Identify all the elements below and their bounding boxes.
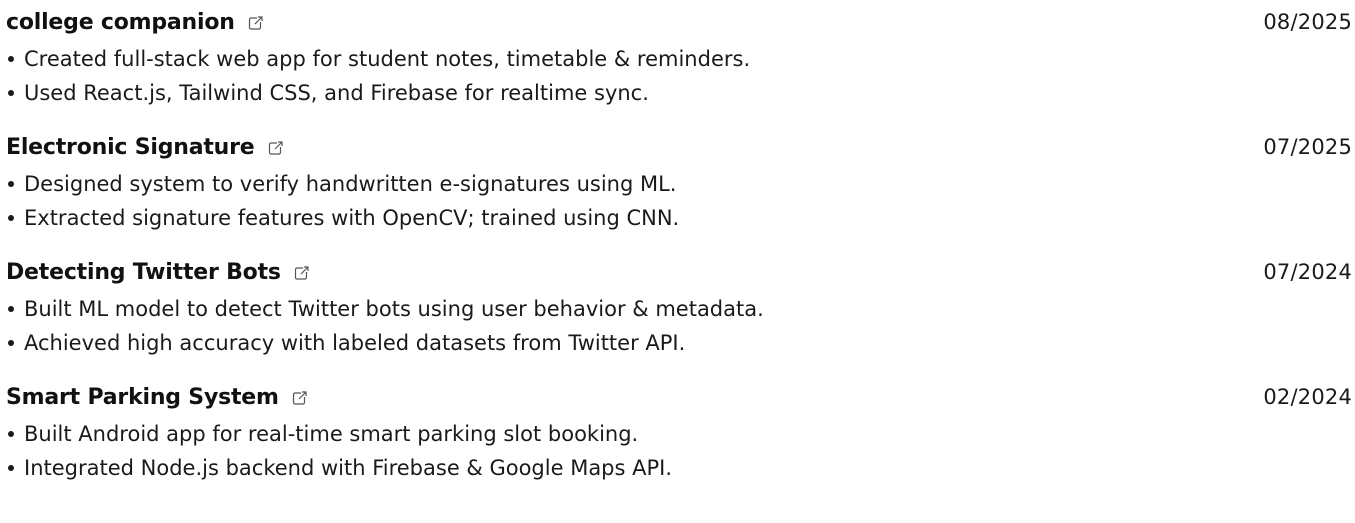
- project-entry: college companion 08/2025 Created full-s…: [6, 2, 1352, 110]
- bullet-dot: [8, 431, 14, 437]
- bullet-dot: [8, 340, 14, 346]
- bullet-dot: [8, 215, 14, 221]
- bullet-text: Built Android app for real-time smart pa…: [24, 422, 639, 446]
- project-title-link[interactable]: Detecting Twitter Bots: [6, 260, 310, 285]
- list-item: Extracted signature features with OpenCV…: [6, 201, 1352, 235]
- project-date: 08/2025: [1263, 10, 1352, 34]
- project-title-link[interactable]: college companion: [6, 10, 264, 35]
- project-title[interactable]: college companion: [6, 10, 235, 35]
- project-title-link[interactable]: Smart Parking System: [6, 385, 308, 410]
- external-link-icon[interactable]: [292, 390, 308, 406]
- project-header: Detecting Twitter Bots 07/2024: [6, 252, 1352, 292]
- project-entry: Electronic Signature 07/2025 Designed sy…: [6, 127, 1352, 235]
- projects-section: college companion 08/2025 Created full-s…: [0, 0, 1355, 523]
- project-bullets: Created full-stack web app for student n…: [6, 42, 1352, 110]
- bullet-text: Created full-stack web app for student n…: [24, 47, 751, 71]
- bullet-dot: [8, 306, 14, 312]
- bullet-dot: [8, 90, 14, 96]
- project-title[interactable]: Electronic Signature: [6, 135, 255, 160]
- project-entry: Detecting Twitter Bots 07/2024 Built ML …: [6, 252, 1352, 360]
- bullet-text: Built ML model to detect Twitter bots us…: [24, 297, 764, 321]
- list-item: Used React.js, Tailwind CSS, and Firebas…: [6, 76, 1352, 110]
- list-item: Integrated Node.js backend with Firebase…: [6, 451, 1352, 485]
- project-bullets: Built ML model to detect Twitter bots us…: [6, 292, 1352, 360]
- list-item: Achieved high accuracy with labeled data…: [6, 326, 1352, 360]
- project-bullets: Designed system to verify handwritten e-…: [6, 167, 1352, 235]
- bullet-text: Achieved high accuracy with labeled data…: [24, 331, 686, 355]
- project-title[interactable]: Smart Parking System: [6, 385, 279, 410]
- list-item: Built ML model to detect Twitter bots us…: [6, 292, 1352, 326]
- external-link-icon[interactable]: [294, 265, 310, 281]
- project-header: Smart Parking System 02/2024: [6, 377, 1352, 417]
- project-title-link[interactable]: Electronic Signature: [6, 135, 284, 160]
- bullet-dot: [8, 181, 14, 187]
- project-entry: Smart Parking System 02/2024 Built Andro…: [6, 377, 1352, 485]
- bullet-text: Used React.js, Tailwind CSS, and Firebas…: [24, 81, 649, 105]
- bullet-text: Extracted signature features with OpenCV…: [24, 206, 680, 230]
- bullet-text: Integrated Node.js backend with Firebase…: [24, 456, 673, 480]
- project-header: Electronic Signature 07/2025: [6, 127, 1352, 167]
- list-item: Designed system to verify handwritten e-…: [6, 167, 1352, 201]
- project-bullets: Built Android app for real-time smart pa…: [6, 417, 1352, 485]
- external-link-icon[interactable]: [268, 140, 284, 156]
- project-date: 02/2024: [1263, 385, 1352, 409]
- list-item: Built Android app for real-time smart pa…: [6, 417, 1352, 451]
- project-title[interactable]: Detecting Twitter Bots: [6, 260, 281, 285]
- bullet-text: Designed system to verify handwritten e-…: [24, 172, 677, 196]
- project-date: 07/2025: [1263, 135, 1352, 159]
- bullet-dot: [8, 56, 14, 62]
- bullet-dot: [8, 465, 14, 471]
- project-header: college companion 08/2025: [6, 2, 1352, 42]
- project-date: 07/2024: [1263, 260, 1352, 284]
- external-link-icon[interactable]: [248, 15, 264, 31]
- list-item: Created full-stack web app for student n…: [6, 42, 1352, 76]
